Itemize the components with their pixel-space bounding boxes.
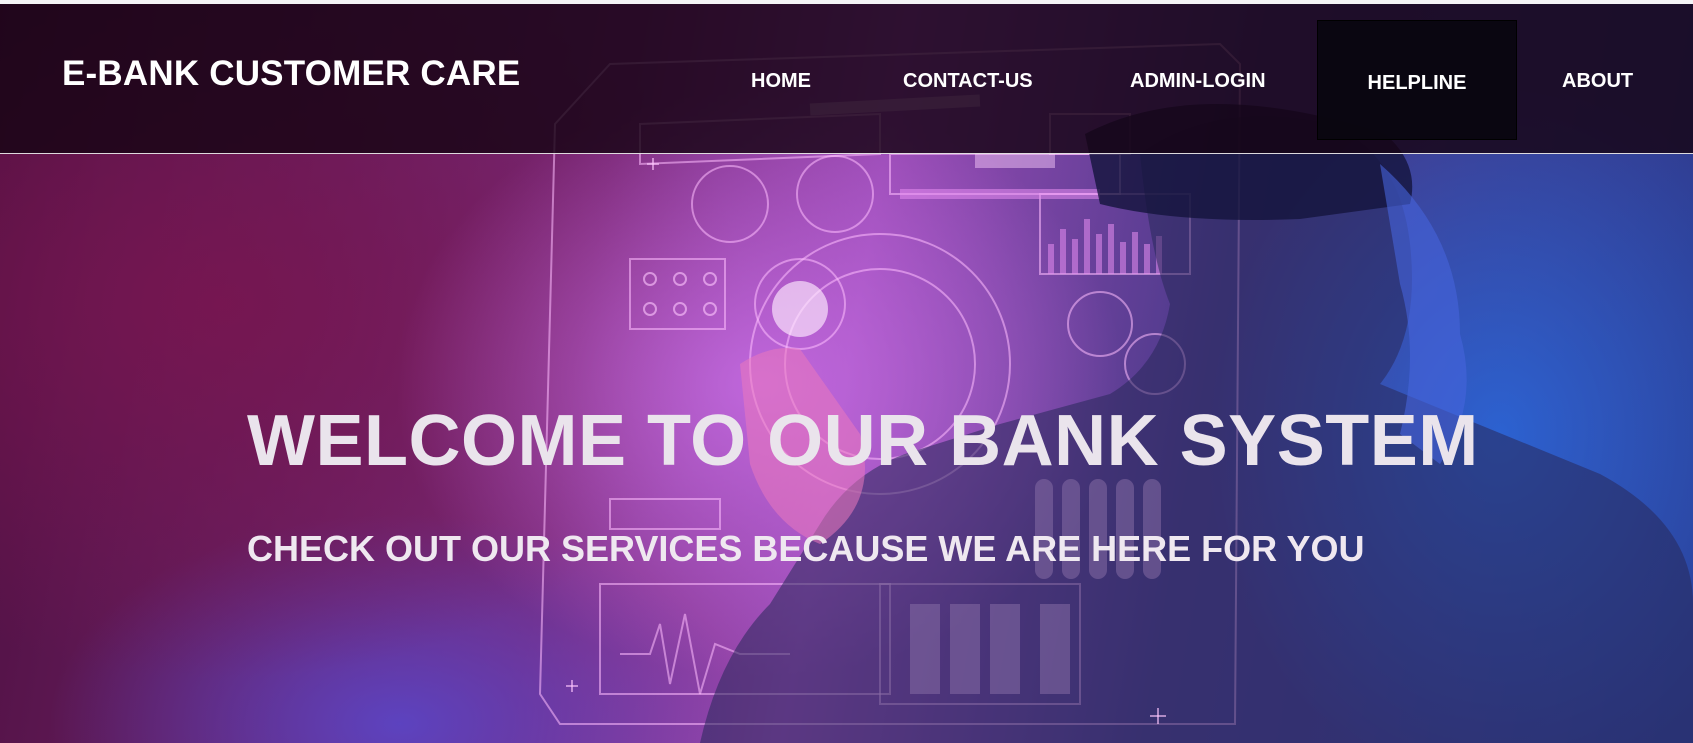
nav-home[interactable]: HOME [751, 70, 811, 93]
nav-contact-us[interactable]: CONTACT-US [903, 70, 1033, 93]
nav-helpline[interactable]: HELPLINE [1317, 20, 1517, 140]
navbar: E-BANK CUSTOMER CARE HOME CONTACT-US ADM… [0, 4, 1693, 154]
brand-title[interactable]: E-BANK CUSTOMER CARE [62, 54, 520, 94]
hero-title: WELCOME TO OUR BANK SYSTEM [247, 401, 1479, 481]
nav-about[interactable]: ABOUT [1562, 70, 1633, 93]
nav-helpline-label: HELPLINE [1367, 72, 1467, 94]
page: E-BANK CUSTOMER CARE HOME CONTACT-US ADM… [0, 0, 1693, 743]
nav-admin-login[interactable]: ADMIN-LOGIN [1130, 70, 1266, 93]
hero-subtitle: CHECK OUT OUR SERVICES BECAUSE WE ARE HE… [247, 528, 1365, 569]
